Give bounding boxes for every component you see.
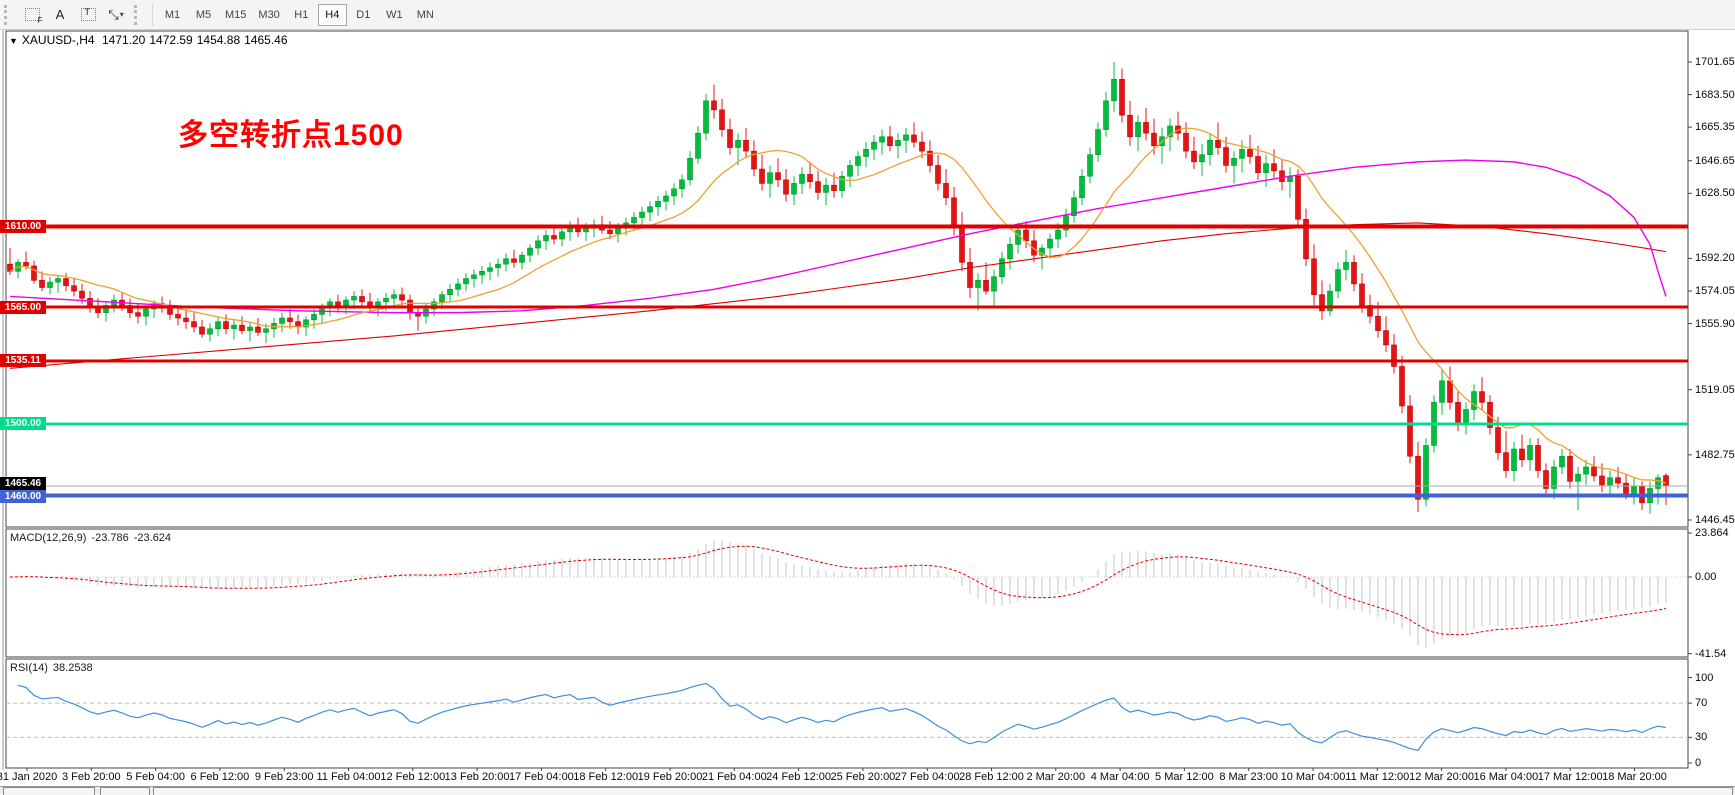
caret-down-icon: ▾ [120,10,124,19]
macd-indicator-label: MACD(12,26,9) -23.786 -23.624 [10,532,176,544]
macd-main-value: -23.786 [91,532,128,544]
arrow-line-icon: ⤡ [108,7,118,23]
low-value: 1454.88 [197,33,240,47]
dotted-grid-icon: F [25,8,40,21]
toolbar-drag-handle[interactable] [4,5,12,25]
timeframe-h4-button[interactable]: H4 [318,4,347,26]
letter-a-icon: A [56,7,65,22]
open-value: 1471.20 [102,33,145,47]
timeframe-m5-button[interactable]: M5 [189,4,218,26]
timeframe-group: M1M5M15M30H1H4D1W1MN [157,4,441,26]
bottom-strip [0,786,1735,794]
chart-title: ▼ XAUUSD-,H4 1471.20 1472.59 1454.88 1465.46 [9,33,292,47]
rsi-value: 38.2538 [53,662,93,674]
macd-name: MACD(12,26,9) [10,532,86,544]
toolbar: F A T ⤡ ▾ M1M5M15M30H1H4D1W1MN [0,0,1735,30]
macd-signal-value: -23.624 [134,532,171,544]
template-tool-button[interactable]: F [18,3,46,27]
text-box-icon: T [81,8,96,21]
label-tool-button[interactable]: A [46,3,74,27]
collapse-triangle-icon[interactable]: ▼ [9,36,18,46]
close-value: 1465.46 [244,33,287,47]
toolbar-separator [152,4,153,26]
timeframe-mn-button[interactable]: MN [411,4,440,26]
rsi-name: RSI(14) [10,662,48,674]
rsi-indicator-label: RSI(14) 38.2538 [10,662,98,674]
timeframe-h1-button[interactable]: H1 [287,4,316,26]
timeframe-m1-button[interactable]: M1 [158,4,187,26]
symbol-label: XAUUSD-,H4 [22,33,95,47]
toolbar-drag-handle[interactable] [134,5,142,25]
timeframe-m30-button[interactable]: M30 [253,4,284,26]
price-annotation-text: 多空转折点1500 [178,110,404,154]
text-tool-button[interactable]: T [74,3,102,27]
chart-window[interactable]: 1610.001565.001535.111500.001460.001465.… [0,30,1735,786]
timeframe-m15-button[interactable]: M15 [220,4,251,26]
arrow-tool-button[interactable]: ⤡ ▾ [102,3,130,27]
timeframe-d1-button[interactable]: D1 [349,4,378,26]
high-value: 1472.59 [149,33,192,47]
timeframe-w1-button[interactable]: W1 [380,4,409,26]
